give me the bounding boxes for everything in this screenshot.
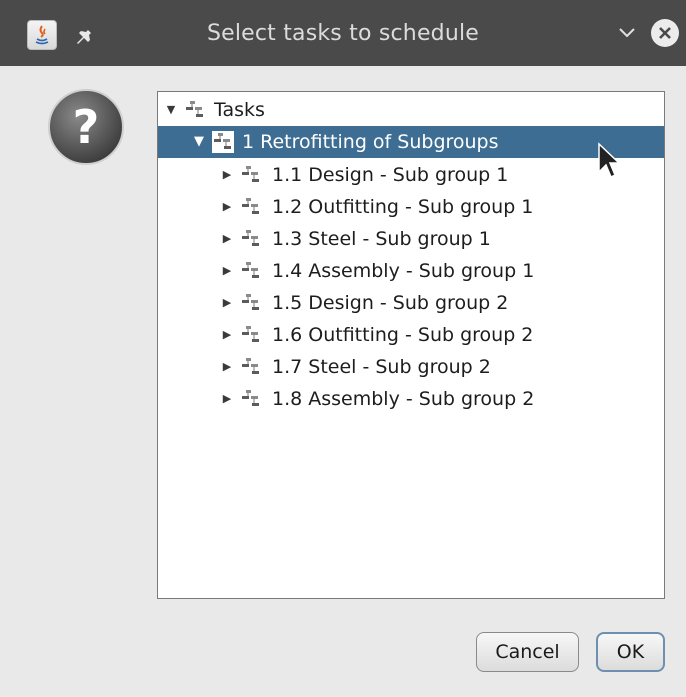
task-tree-node-icon (242, 198, 259, 214)
task-tree-node-icon (212, 131, 234, 153)
tree-node-root[interactable]: ▼ Tasks (158, 94, 664, 126)
tree-node-child[interactable]: ▶ 1.7 Steel - Sub group 2 (158, 351, 664, 383)
tree-node-label: Tasks (214, 99, 265, 121)
tree-node-label: 1.3 Steel - Sub group 1 (272, 228, 491, 250)
tree-node-child[interactable]: ▶ 1.5 Design - Sub group 2 (158, 287, 664, 319)
tree-node-child[interactable]: ▶ 1.4 Assembly - Sub group 1 (158, 255, 664, 287)
task-tree-node-icon (242, 326, 259, 342)
triangle-right-icon[interactable]: ▶ (220, 223, 234, 255)
tree-node-child[interactable]: ▶ 1.6 Outfitting - Sub group 2 (158, 319, 664, 351)
triangle-right-icon[interactable]: ▶ (220, 159, 234, 191)
tree-node-child[interactable]: ▶ 1.8 Assembly - Sub group 2 (158, 383, 664, 415)
triangle-right-icon[interactable]: ▶ (220, 287, 234, 319)
window-title: Select tasks to schedule (206, 21, 480, 46)
triangle-right-icon[interactable]: ▶ (220, 351, 234, 383)
ok-button[interactable]: OK (596, 632, 665, 672)
tree-node-parent[interactable]: ▼ 1 Retrofitting of Subgroups (158, 126, 664, 158)
triangle-down-icon[interactable]: ▼ (192, 126, 206, 158)
tree-node-label: 1.5 Design - Sub group 2 (272, 292, 509, 314)
close-button[interactable] (651, 19, 679, 47)
tree-node-child[interactable]: ▶ 1.3 Steel - Sub group 1 (158, 223, 664, 255)
question-icon: ? (48, 89, 124, 165)
chevron-down-icon[interactable] (617, 26, 637, 40)
triangle-right-icon[interactable]: ▶ (220, 191, 234, 223)
close-icon (659, 27, 671, 39)
tree-node-label: 1.7 Steel - Sub group 2 (272, 356, 491, 378)
tree-node-child[interactable]: ▶ 1.1 Design - Sub group 1 (158, 159, 664, 191)
triangle-right-icon[interactable]: ▶ (220, 319, 234, 351)
triangle-down-icon[interactable]: ▼ (164, 94, 178, 126)
triangle-right-icon[interactable]: ▶ (220, 255, 234, 287)
tree-node-label: 1.8 Assembly - Sub group 2 (272, 388, 535, 410)
tree-node-label: 1.1 Design - Sub group 1 (272, 164, 509, 186)
mouse-cursor-icon (598, 142, 621, 179)
task-tree-node-icon (242, 294, 259, 310)
task-tree-node-icon (242, 230, 259, 246)
svg-text:?: ? (73, 100, 100, 154)
triangle-right-icon[interactable]: ▶ (220, 383, 234, 415)
tree-node-child[interactable]: ▶ 1.2 Outfitting - Sub group 1 (158, 191, 664, 223)
task-tree-node-icon (186, 101, 203, 117)
tree-node-label: 1.2 Outfitting - Sub group 1 (272, 196, 534, 218)
task-tree-node-icon (242, 262, 259, 278)
cancel-button[interactable]: Cancel (476, 632, 579, 672)
task-tree-node-icon (242, 390, 259, 406)
task-tree[interactable]: ▼ Tasks ▼ 1 Retrofitting of Subgroups ▶ 1… (157, 91, 665, 599)
tree-node-label: 1.6 Outfitting - Sub group 2 (272, 324, 534, 346)
tree-node-label: 1 Retrofitting of Subgroups (242, 131, 499, 153)
task-tree-node-icon (242, 166, 259, 182)
title-bar: Select tasks to schedule (0, 0, 686, 66)
tree-node-label: 1.4 Assembly - Sub group 1 (272, 260, 535, 282)
task-tree-node-icon (242, 358, 259, 374)
